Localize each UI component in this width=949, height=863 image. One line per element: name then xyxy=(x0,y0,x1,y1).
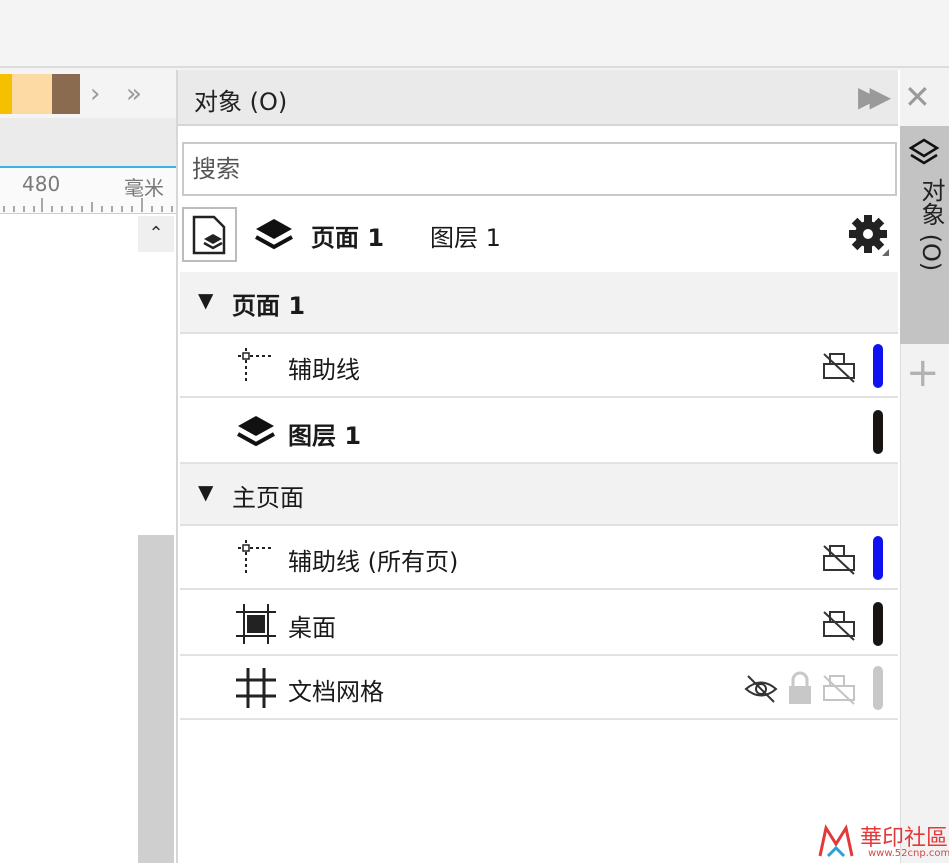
swatch-peach[interactable] xyxy=(12,74,52,114)
watermark-url: www.52cnp.com xyxy=(868,848,949,859)
watermark-logo-icon xyxy=(818,824,854,858)
layer-icon xyxy=(237,416,275,447)
row-label: 辅助线 (所有页) xyxy=(288,548,459,576)
ruler-mark: 480 xyxy=(22,172,61,196)
swatch-brown[interactable] xyxy=(52,74,80,114)
color-palette: › » xyxy=(0,70,176,118)
section-page-1[interactable]: ▼ 页面 1 xyxy=(180,272,898,334)
collapse-triangle-icon[interactable]: ▼ xyxy=(198,480,213,504)
current-page-label[interactable]: 页面 1 xyxy=(311,218,384,253)
printable-icon[interactable] xyxy=(822,608,856,642)
section-label: 页面 1 xyxy=(232,292,306,320)
top-toolbar xyxy=(0,0,949,68)
add-docker-icon[interactable]: + xyxy=(906,350,940,396)
layer-color-bar[interactable] xyxy=(873,344,883,388)
layer-color-bar[interactable] xyxy=(873,536,883,580)
close-icon[interactable]: ✕ xyxy=(904,78,931,116)
row-desktop[interactable]: 桌面 xyxy=(180,592,898,656)
watermark: 華印社區 www.52cnp.com xyxy=(812,818,949,863)
ruler-ticks xyxy=(3,198,173,212)
document-layers-icon xyxy=(192,215,226,255)
document-view-button[interactable] xyxy=(182,207,237,262)
docker-title: 对象 (O) xyxy=(194,88,288,116)
layers-icon xyxy=(908,138,940,165)
row-document-grid[interactable]: 文档网格 xyxy=(180,656,898,720)
collapse-triangle-icon[interactable]: ▼ xyxy=(198,288,213,312)
scroll-up-button[interactable]: ⌃ xyxy=(138,216,174,252)
collapse-docker-icon[interactable]: ▶▶ xyxy=(858,80,891,113)
row-label: 图层 1 xyxy=(288,422,362,450)
printable-icon[interactable] xyxy=(822,350,856,384)
section-master-page[interactable]: ▼ 主页面 xyxy=(180,464,898,526)
lock-icon[interactable] xyxy=(786,670,814,706)
objects-docker-tab[interactable]: 对象 (O) xyxy=(900,126,949,344)
palette-next-icon[interactable]: › xyxy=(90,76,100,112)
row-guides-all-pages[interactable]: 辅助线 (所有页) xyxy=(180,526,898,590)
document-tab-strip xyxy=(0,118,176,168)
layer-color-bar[interactable] xyxy=(873,410,883,454)
layer-color-bar[interactable] xyxy=(873,666,883,710)
row-label: 文档网格 xyxy=(288,678,384,706)
horizontal-ruler: 480 毫米 xyxy=(0,168,176,214)
vertical-scrollbar-thumb[interactable] xyxy=(138,535,174,863)
printable-icon[interactable] xyxy=(822,672,856,706)
row-label: 桌面 xyxy=(288,614,336,642)
section-label: 主页面 xyxy=(232,484,304,512)
row-guides[interactable]: 辅助线 xyxy=(180,334,898,398)
desktop-icon xyxy=(236,604,276,644)
search-input[interactable] xyxy=(184,144,895,194)
docker-header: 对象 (O) ▶▶ ✕ xyxy=(178,70,931,126)
docker-tab-label: 对象 (O) xyxy=(917,178,945,272)
guides-icon xyxy=(238,540,274,576)
guides-icon xyxy=(238,348,274,384)
row-layer-1[interactable]: 图层 1 xyxy=(180,400,898,464)
search-box[interactable] xyxy=(182,142,897,196)
printable-icon[interactable] xyxy=(822,542,856,576)
hidden-eye-icon[interactable] xyxy=(744,672,778,706)
swatch-yellow[interactable] xyxy=(0,74,12,114)
row-label: 辅助线 xyxy=(288,356,360,384)
layers-icon xyxy=(255,219,293,250)
current-layer-label[interactable]: 图层 1 xyxy=(430,218,501,253)
ruler-unit: 毫米 xyxy=(124,176,164,200)
grid-icon xyxy=(236,668,276,708)
gear-icon[interactable] xyxy=(846,212,890,258)
layer-color-bar[interactable] xyxy=(873,602,883,646)
palette-end-icon[interactable]: » xyxy=(126,76,142,112)
